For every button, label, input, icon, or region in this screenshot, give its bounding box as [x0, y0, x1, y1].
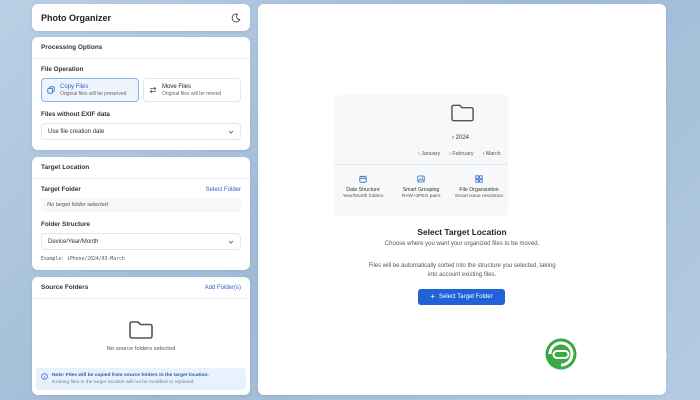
file-operation-group: Copy Files Original files will be preser… [41, 78, 241, 102]
feature-smart-grouping: Smart Grouping RAW+JPEG pairs [392, 175, 450, 199]
exif-select[interactable]: Use file creation date [41, 123, 241, 140]
section-title: Target Location [41, 164, 90, 171]
folder-structure-label: Folder Structure [41, 221, 90, 228]
main-description: Files will be automatically sorted into … [368, 263, 556, 278]
plus-icon: + [430, 292, 436, 301]
feature-sub: Smart issue resolution [454, 194, 504, 199]
feature-sub: RAW+JPEG pairs [401, 194, 441, 199]
move-files-label: Move Files [162, 83, 192, 90]
watermark-text: eskTop [581, 338, 668, 369]
info-icon [41, 373, 48, 380]
divider [334, 164, 508, 165]
watermark: eskTop [544, 337, 668, 371]
target-location-panel: Target Location Target Folder Select Fol… [32, 157, 250, 270]
copy-files-label: Copy Files [60, 83, 89, 90]
copy-icon [47, 86, 55, 94]
note-plain-text: Existing files in the target location wi… [52, 380, 195, 386]
source-folders-panel: Source Folders Add Folder(s) No source f… [32, 277, 250, 395]
tree-year: › 2024 [452, 135, 470, 141]
add-folders-link[interactable]: Add Folder(s) [205, 285, 241, 291]
folder-structure-select[interactable]: Device/Year/Month [41, 233, 241, 250]
chevron-down-icon [228, 130, 234, 134]
feature-name: Date Structure [346, 187, 380, 193]
watermark-logo-icon [545, 338, 577, 370]
folder-structure-value: Device/Year/Month [48, 238, 99, 245]
button-label: Select Target Folder [439, 294, 493, 300]
exif-select-value: Use file creation date [48, 128, 105, 135]
tree-month: › February [449, 151, 474, 157]
sidebar: Photo Organizer Processing Options File … [32, 0, 250, 400]
moon-icon[interactable] [231, 13, 241, 23]
feature-name: Smart Grouping [402, 187, 440, 193]
structure-preview: › 2024 › January › February › March Date… [334, 95, 508, 216]
feature-file-organization: File Organization Smart issue resolution [450, 175, 508, 199]
section-title: Source Folders [41, 284, 89, 291]
tree-month: › January [418, 151, 441, 157]
app-header: Photo Organizer [32, 4, 250, 31]
main-title: Select Target Location [417, 227, 507, 237]
tree-months: › January › February › March [418, 151, 501, 157]
target-folder-display: No target folder selected [41, 198, 241, 212]
copy-files-description: Original files will be preserved [60, 90, 127, 97]
image-icon [417, 175, 425, 183]
file-operation-label: File Operation [41, 66, 84, 73]
chevron-down-icon [228, 240, 234, 244]
divider [32, 58, 250, 59]
target-folder-label: Target Folder [41, 186, 81, 193]
structure-example: Example: iPhone/2024/03-March [41, 257, 125, 262]
move-files-description: Original files will be moved [162, 90, 222, 97]
exif-label: Files without EXIF data [41, 111, 110, 118]
source-folders-empty-state: No source folders selected [32, 299, 250, 373]
move-arrows-icon [149, 86, 157, 94]
copy-files-option[interactable]: Copy Files Original files will be preser… [41, 78, 139, 102]
divider [32, 178, 250, 179]
feature-sub: Year/Month folders [342, 194, 384, 199]
calendar-icon [359, 175, 367, 183]
info-note: Note: Files will be copied from source f… [36, 368, 246, 390]
select-target-folder-button[interactable]: + Select Target Folder [418, 289, 505, 305]
processing-options-panel: Processing Options File Operation Copy F… [32, 37, 250, 150]
app-title: Photo Organizer [41, 12, 112, 23]
tree-month: › March [482, 151, 501, 157]
feature-list: Date Structure Year/Month folders Smart … [334, 175, 508, 199]
move-files-option[interactable]: Move Files Original files will be moved [143, 78, 241, 102]
folder-icon [451, 104, 474, 122]
grid-icon [475, 175, 483, 183]
select-folder-link[interactable]: Select Folder [206, 187, 241, 193]
section-title: Processing Options [41, 44, 103, 51]
empty-state-text: No source folders selected [106, 346, 176, 352]
feature-date-structure: Date Structure Year/Month folders [334, 175, 392, 199]
note-bold-text: Note: Files will be copied from source f… [52, 373, 209, 378]
feature-name: File Organization [459, 187, 499, 193]
main-subtitle: Choose where you want your organized fil… [384, 241, 540, 247]
folder-icon [129, 321, 153, 339]
